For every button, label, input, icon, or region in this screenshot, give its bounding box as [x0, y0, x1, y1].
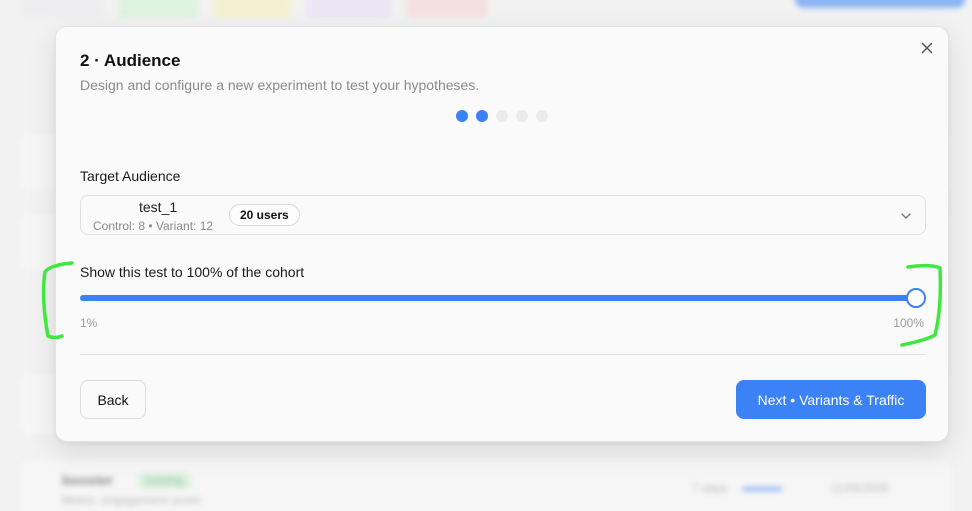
user-count-badge: 20 users [229, 204, 300, 226]
next-button[interactable]: Next • Variants & Traffic [736, 380, 926, 419]
step-dot [456, 110, 468, 122]
bg-row-title: booster [62, 472, 114, 488]
audience-dialog: 2 · Audience Design and configure a new … [55, 26, 949, 442]
bg-filter-chip [20, 0, 104, 18]
footer-divider [80, 354, 926, 355]
slider-min-label: 1% [80, 316, 98, 330]
step-dot [496, 110, 508, 122]
bg-row-sub: Metric: engagement score [62, 493, 201, 507]
bg-row-days: 7 days [692, 481, 728, 495]
step-dot [516, 110, 528, 122]
exposure-slider-fill [80, 295, 916, 301]
cohort-name: test_1 [139, 199, 178, 215]
step-indicator [456, 110, 548, 122]
bg-filter-chip [212, 0, 292, 18]
exposure-slider-thumb[interactable] [906, 288, 926, 308]
step-dot [476, 110, 488, 122]
bg-filter-chip [406, 0, 488, 18]
close-button[interactable] [918, 39, 936, 57]
cohort-select[interactable]: test_1 Control: 8 • Variant: 12 20 users [80, 195, 926, 235]
bg-row-bar [742, 487, 782, 491]
exposure-label: Show this test to 100% of the cohort [80, 264, 305, 280]
bg-filter-chip [306, 0, 392, 18]
exposure-slider[interactable] [80, 295, 916, 301]
bg-row-badge: running [138, 473, 191, 489]
bg-row-date: 11/05/2025 [830, 481, 890, 495]
cohort-split: Control: 8 • Variant: 12 [93, 219, 214, 233]
bg-primary-button [795, 0, 965, 8]
back-button[interactable]: Back [80, 380, 146, 419]
dialog-subtitle: Design and configure a new experiment to… [80, 77, 480, 93]
dialog-title: 2 · Audience [80, 51, 181, 70]
slider-max-label: 100% [893, 316, 924, 330]
bg-filter-chip [118, 0, 198, 18]
close-icon [921, 42, 933, 54]
step-dot [536, 110, 548, 122]
chevron-down-icon [901, 213, 911, 219]
target-audience-label: Target Audience [80, 168, 181, 184]
